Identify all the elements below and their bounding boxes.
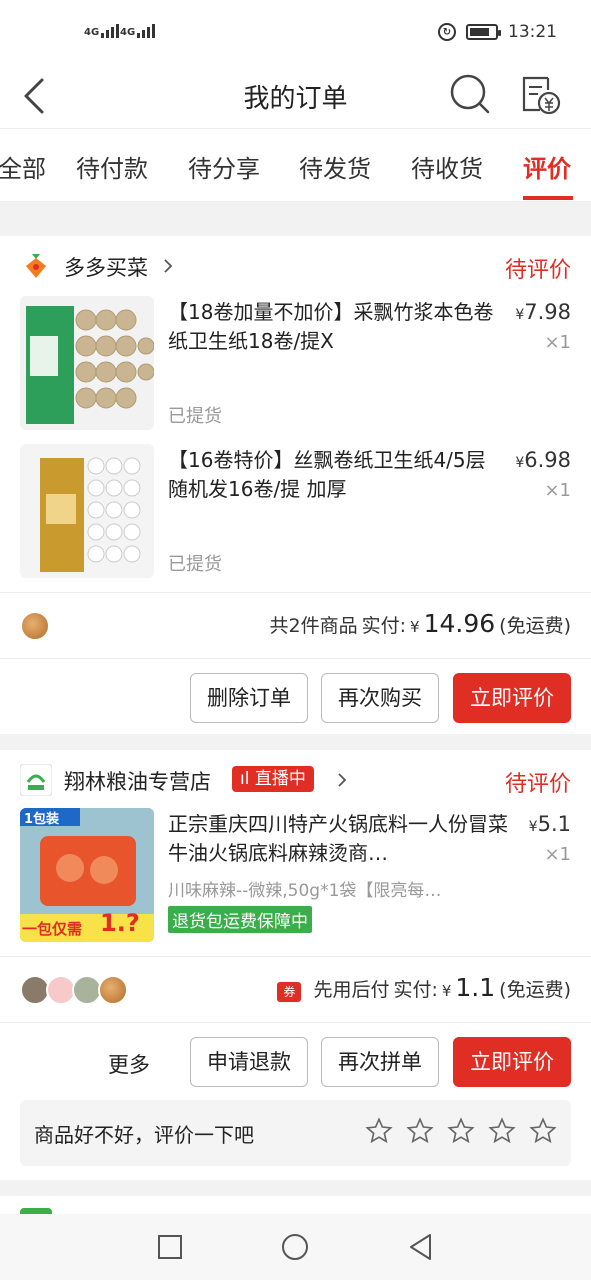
home-icon[interactable] [280,1232,310,1262]
signal-indicator-1: 4G [84,22,120,38]
product-price: ¥7.98 [515,300,571,324]
thumb-badge: 1包装 [24,812,60,827]
pickup-status: 已提货 [168,406,222,427]
product-image-toilet-paper [20,296,154,430]
thumb-price: 1.? [100,909,140,937]
avatar [98,975,128,1005]
shop-logo [19,763,53,797]
product-title: 【16卷特价】丝飘卷纸卫生纸4/5层随机发16卷/提 加厚 [168,448,486,501]
pickup-status: 已提货 [168,554,222,575]
battery-icon [466,24,501,40]
back-triangle-icon[interactable] [406,1232,436,1262]
order-total: 共2件商品 实付: ¥14.96 (免运费) [269,609,571,638]
product-price: ¥5.1 [528,812,571,836]
recent-apps-icon[interactable] [155,1232,185,1262]
page-title: 我的订单 [243,84,348,114]
star-icon[interactable] [529,1117,557,1145]
header: 我的订单 [0,64,591,128]
group-avatars [20,611,50,641]
order-card: 翔林粮油专营店 ıl 直播中 待评价 1包装 一包仅需 1.? 正宗重庆四川特产… [0,750,591,1180]
order-tabs: 全部 待付款 待分享 待发货 待收货 评价 [0,128,591,202]
coupon-icon: 券 [277,982,302,1002]
search-icon [450,74,490,114]
group-again-button[interactable]: 再次拼单 [321,1037,439,1087]
avatar [20,611,50,641]
order-item[interactable]: 1包装 一包仅需 1.? 正宗重庆四川特产火锅底料一人份冒菜牛油火锅底料麻辣烫商… [0,808,591,948]
order-total: 券 先用后付 实付: ¥1.1 (免运费) [277,973,571,1002]
order-card: 多多买菜 待评价 【18卷加量不加价】采飘竹浆本色卷纸卫生纸18卷/提X ¥7.… [0,236,591,734]
request-refund-button[interactable]: 申请退款 [190,1037,308,1087]
shop-row[interactable]: 多多买菜 待评价 [0,236,591,296]
active-tab-indicator [523,196,573,200]
review-now-button[interactable]: 立即评价 [453,1037,571,1087]
product-quantity: ×1 [544,844,571,865]
chevron-right-icon [164,259,173,273]
quick-rating-box: 商品好不好，评价一下吧 [20,1100,571,1166]
order-status: 待评价 [504,258,571,283]
clock: 13:21 [508,22,557,42]
review-now-button[interactable]: 立即评价 [453,673,571,723]
product-image-hotpot-base: 1包装 一包仅需 1.? [20,808,154,942]
system-nav-bar [0,1214,591,1280]
status-bar: 4G 4G ↻ 13:21 [0,0,591,64]
product-quantity: ×1 [544,480,571,501]
product-title: 正宗重庆四川特产火锅底料一人份冒菜牛油火锅底料麻辣烫商… [168,812,508,865]
invoice-button[interactable] [518,72,562,116]
tab-all[interactable]: 全部 [0,149,46,184]
return-shipping-guarantee: 退货包运费保障中 [168,906,312,933]
thumb-caption: 一包仅需 [22,920,83,938]
rating-prompt: 商品好不好，评价一下吧 [34,1123,254,1147]
data-saver-icon: ↻ [438,23,456,41]
product-spec: 川味麻辣--微辣,50g*1袋【限亮每… [168,881,442,901]
tab-pending-share[interactable]: 待分享 [188,149,260,184]
order-item[interactable]: 【16卷特价】丝飘卷纸卫生纸4/5层随机发16卷/提 加厚 ¥6.98 ×1 已… [0,444,591,584]
shop-logo [20,250,52,282]
product-title: 【18卷加量不加价】采飘竹浆本色卷纸卫生纸18卷/提X [168,300,494,353]
order-status: 待评价 [504,772,571,797]
search-button[interactable] [448,72,492,116]
product-price: ¥6.98 [515,448,571,472]
order-summary: 券 先用后付 实付: ¥1.1 (免运费) [0,956,591,1022]
group-avatars [20,975,128,1005]
receipt-yuan-icon [522,76,561,115]
chevron-right-icon [338,773,347,787]
live-icon: ıl [240,769,255,789]
signal-indicator-2: 4G [120,22,156,38]
star-icon[interactable] [406,1117,434,1145]
more-button[interactable]: 更多 [108,1049,150,1079]
tab-review[interactable]: 评价 [523,149,571,184]
star-icon[interactable] [447,1117,475,1145]
star-rating [365,1117,557,1145]
shop-name: 翔林粮油专营店 [64,770,211,794]
shop-row[interactable]: 翔林粮油专营店 ıl 直播中 待评价 [0,750,591,810]
star-icon[interactable] [365,1117,393,1145]
product-image-toilet-paper [20,444,154,578]
star-icon[interactable] [488,1117,516,1145]
order-summary: 共2件商品 实付: ¥14.96 (免运费) [0,592,591,658]
tab-pending-shipment[interactable]: 待发货 [299,149,371,184]
shop-name: 多多买菜 [64,256,148,280]
tab-pending-payment[interactable]: 待付款 [76,149,148,184]
tab-pending-receipt[interactable]: 待收货 [411,149,483,184]
live-badge: ıl 直播中 [232,766,314,792]
product-quantity: ×1 [544,332,571,353]
order-actions: 删除订单 再次购买 立即评价 [0,658,591,734]
order-item[interactable]: 【18卷加量不加价】采飘竹浆本色卷纸卫生纸18卷/提X ¥7.98 ×1 已提货 [0,296,591,436]
delete-order-button[interactable]: 删除订单 [190,673,308,723]
buy-again-button[interactable]: 再次购买 [321,673,439,723]
order-actions: 更多 申请退款 再次拼单 立即评价 [0,1022,591,1098]
